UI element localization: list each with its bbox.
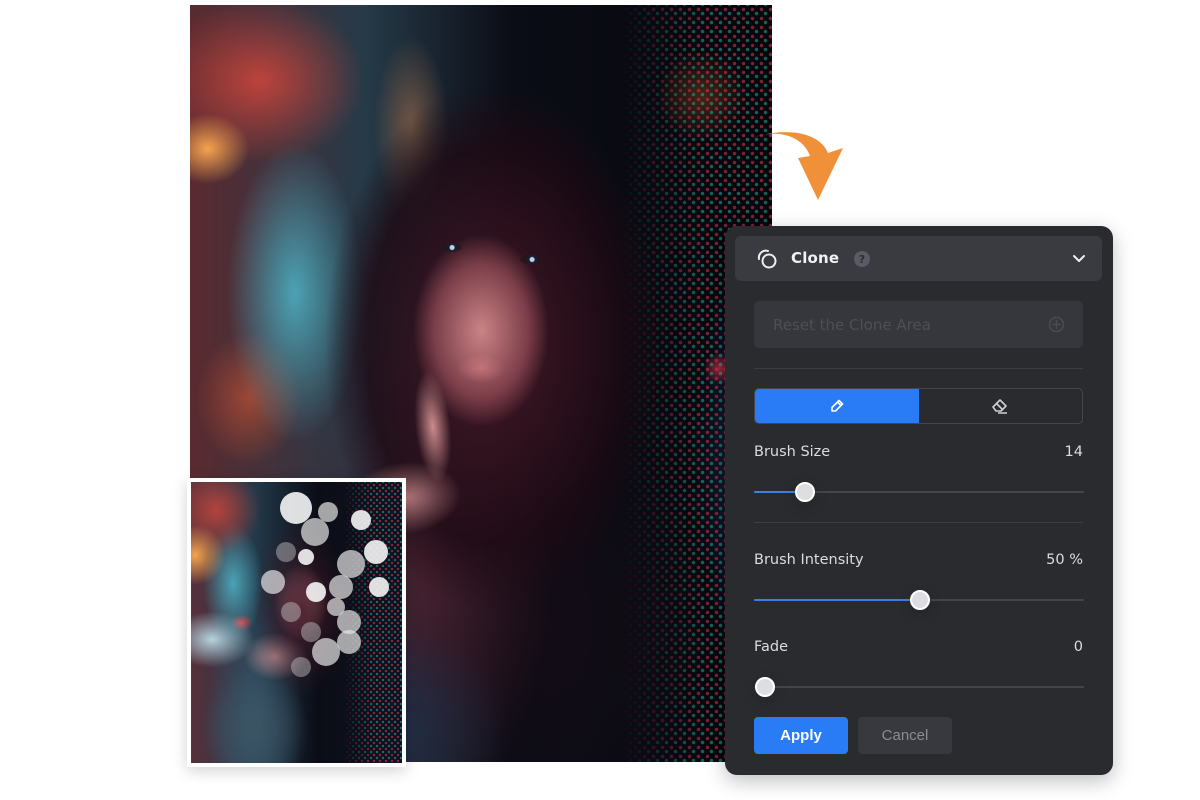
help-icon[interactable]: ? bbox=[854, 251, 870, 267]
brush-tool-button[interactable] bbox=[755, 389, 919, 423]
clone-spot bbox=[291, 657, 311, 677]
brush-size-label: Brush Size bbox=[754, 444, 831, 460]
clone-spot bbox=[298, 549, 314, 565]
chevron-down-icon[interactable] bbox=[1072, 251, 1086, 265]
slider-handle[interactable] bbox=[910, 590, 930, 610]
tool-toggle bbox=[754, 388, 1083, 424]
fade-label: Fade bbox=[754, 639, 789, 655]
clone-panel-header[interactable]: Clone ? bbox=[735, 236, 1102, 281]
cancel-button[interactable]: Cancel bbox=[858, 717, 952, 754]
pencil-icon bbox=[830, 399, 844, 412]
clone-spot bbox=[276, 542, 296, 562]
before-thumbnail bbox=[187, 478, 406, 767]
brush-intensity-slider[interactable] bbox=[754, 590, 1084, 610]
clone-spot bbox=[301, 518, 329, 546]
photo-eye-left bbox=[440, 243, 462, 252]
slider-handle[interactable] bbox=[755, 677, 775, 697]
clone-spot bbox=[337, 550, 365, 578]
clone-spot bbox=[281, 602, 301, 622]
clone-spot bbox=[351, 510, 371, 530]
clone-icon bbox=[757, 249, 777, 269]
brush-size-value: 14 bbox=[1064, 444, 1083, 460]
curved-arrow-icon bbox=[752, 132, 843, 200]
brush-intensity-value: 50 % bbox=[1046, 552, 1083, 568]
fade-slider[interactable] bbox=[754, 677, 1084, 697]
eraser-tool-button[interactable] bbox=[919, 389, 1083, 423]
divider bbox=[754, 368, 1083, 369]
crosshair-icon bbox=[1048, 316, 1065, 333]
slider-track bbox=[754, 686, 1084, 688]
apply-button[interactable]: Apply bbox=[754, 717, 848, 754]
clone-spot bbox=[261, 570, 285, 594]
divider bbox=[754, 522, 1083, 523]
clone-spot bbox=[306, 582, 326, 602]
clone-spot bbox=[329, 575, 353, 599]
clone-spot bbox=[312, 638, 340, 666]
reset-clone-area-button[interactable]: Reset the Clone Area bbox=[754, 301, 1083, 348]
clone-spot bbox=[369, 577, 389, 597]
fade-value: 0 bbox=[1073, 639, 1083, 655]
brush-intensity-label: Brush Intensity bbox=[754, 552, 864, 568]
eraser-icon bbox=[992, 399, 1008, 414]
clone-spot bbox=[364, 540, 388, 564]
thumbnail-image bbox=[191, 482, 402, 763]
clone-spots bbox=[191, 482, 402, 763]
photo-eye-right bbox=[520, 255, 542, 264]
slider-fill bbox=[754, 599, 919, 601]
panel-title: Clone bbox=[791, 249, 840, 267]
slider-handle[interactable] bbox=[794, 482, 815, 502]
clone-spot bbox=[337, 630, 361, 654]
clone-panel: Clone ? Reset the Clone Area Brush Size … bbox=[725, 226, 1113, 775]
reset-clone-area-label: Reset the Clone Area bbox=[773, 316, 931, 334]
brush-size-slider[interactable] bbox=[754, 482, 1084, 502]
